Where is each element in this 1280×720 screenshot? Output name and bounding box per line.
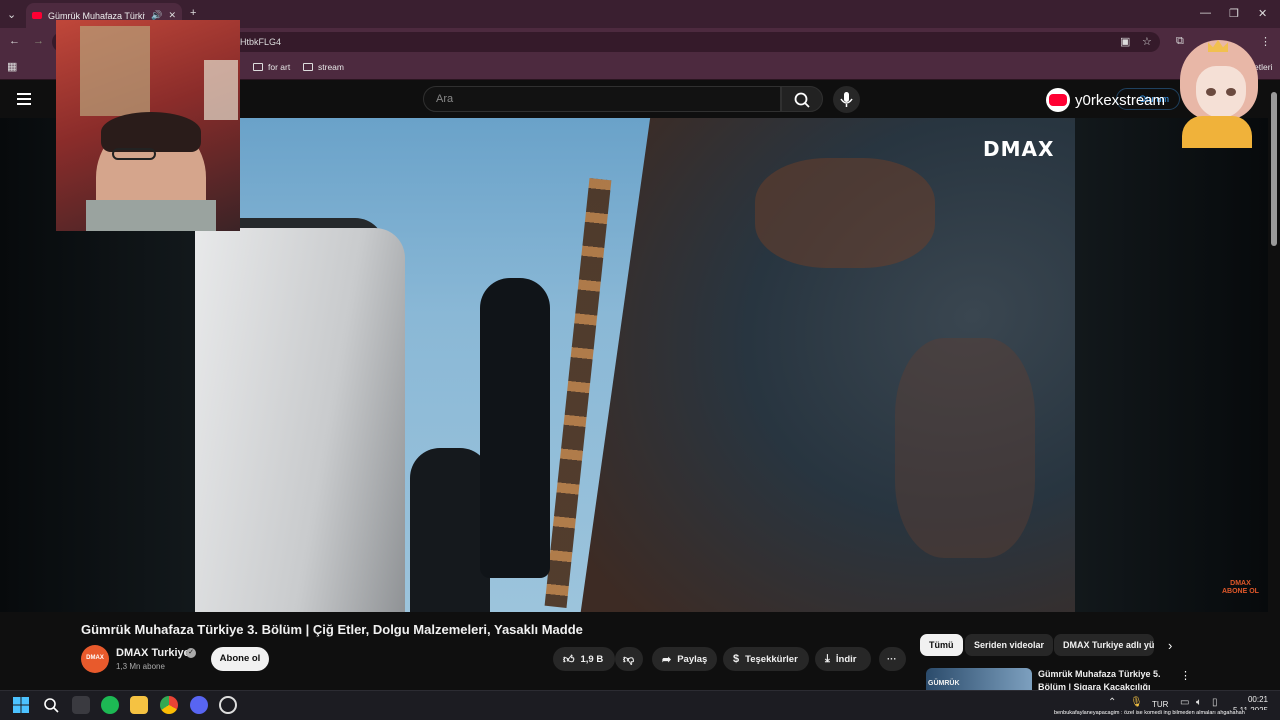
minimize-icon[interactable]: —	[1200, 7, 1211, 19]
obs-icon[interactable]	[219, 696, 237, 714]
video-frame[interactable]	[195, 118, 1075, 612]
new-tab-icon[interactable]: +	[190, 7, 196, 19]
thumbs-up-icon: 👍︎	[563, 653, 575, 666]
super-thanks-icon: $	[733, 653, 740, 665]
bookmark-folder-for-art[interactable]: for art	[253, 62, 290, 72]
avatar-body	[1182, 116, 1252, 148]
microphone-tray-icon[interactable]: 🎙︎	[1130, 697, 1143, 708]
file-explorer-icon[interactable]	[130, 696, 148, 714]
share-label: Paylaş	[677, 653, 708, 665]
restore-icon[interactable]: ❐	[1229, 7, 1239, 20]
download-button[interactable]: ⤓ İndir	[815, 647, 871, 671]
youtube-favicon-icon	[32, 12, 42, 19]
clock-time: 00:21	[1247, 695, 1268, 704]
thanks-label: Teşekkürler	[745, 653, 798, 665]
chrome-icon[interactable]	[160, 696, 178, 714]
channel-avatar[interactable]: DMAX	[81, 645, 109, 673]
search-icon[interactable]	[42, 696, 60, 714]
close-window-icon[interactable]: ✕	[1258, 7, 1267, 20]
folder-icon	[253, 63, 263, 71]
chat-ticker: benbukafaylaneyapacagim : özel ise komed…	[1054, 710, 1268, 720]
menu-icon[interactable]	[17, 93, 31, 105]
tray-overflow-icon[interactable]: ⌃	[1108, 697, 1116, 708]
streamer-shirt	[86, 200, 216, 231]
language-indicator[interactable]: TUR	[1152, 700, 1168, 709]
tab-search-icon[interactable]: ⌄	[7, 8, 16, 21]
voice-search-button[interactable]	[833, 86, 860, 113]
watermark-line: DMAX	[1230, 580, 1251, 587]
dislike-button[interactable]: 👎︎	[615, 647, 643, 671]
rust-patch	[755, 158, 935, 268]
rust-patch	[895, 338, 1035, 558]
stream-channel-overlay: y0rkexstream	[1046, 88, 1165, 112]
more-horizontal-icon: ···	[887, 653, 897, 665]
chevron-right-icon[interactable]: ›	[1168, 638, 1172, 653]
battery-icon[interactable]: ▯	[1212, 697, 1218, 708]
thumbs-down-icon: 👎︎	[623, 653, 635, 666]
recommendation-thumbnail[interactable]: GÜMRÜK	[926, 668, 1032, 690]
spotify-icon[interactable]	[101, 696, 119, 714]
patrol-boat	[195, 228, 405, 612]
task-view-icon[interactable]	[72, 696, 90, 714]
video-title: Gümrük Muhafaza Türkiye 3. Bölüm | Çiğ E…	[81, 622, 583, 637]
stream-channel-name: y0rkexstream	[1075, 91, 1166, 109]
like-button[interactable]: 👍︎ 1,9 B	[553, 647, 615, 671]
wall-poster	[204, 60, 238, 120]
avatar-eye	[1226, 88, 1236, 96]
discord-icon[interactable]	[190, 696, 208, 714]
officer-figure	[410, 448, 490, 612]
climbing-officer-figure	[480, 278, 550, 578]
windows-start-icon[interactable]	[12, 696, 30, 714]
bookmark-folder-stream[interactable]: stream	[303, 62, 344, 72]
avatar-eye	[1206, 88, 1216, 96]
cast-icon[interactable]: ▣	[1120, 35, 1130, 48]
bookmark-star-icon[interactable]: ☆	[1142, 35, 1152, 48]
search-input[interactable]: Ara	[423, 86, 781, 112]
subscribe-button[interactable]: Abone ol	[211, 647, 269, 671]
avatar-face	[1196, 66, 1246, 118]
folder-icon	[303, 63, 313, 71]
bookmark-label: stream	[318, 62, 344, 72]
recommendation-title[interactable]: Gümrük Muhafaza Türkiye 5. Bölüm | Sigar…	[1038, 668, 1168, 690]
url-text: HtbkFLG4	[240, 37, 282, 47]
streamer-hair	[101, 112, 201, 152]
volume-icon[interactable]: 🔈︎	[1196, 697, 1202, 708]
download-icon: ⤓	[825, 652, 830, 665]
streamer-webcam	[56, 20, 240, 231]
chip-series[interactable]: Seriden videolar	[965, 634, 1054, 656]
more-actions-button[interactable]: ···	[879, 647, 906, 671]
download-label: İndir	[835, 653, 857, 665]
back-icon[interactable]: ←	[9, 35, 20, 47]
apps-grid-icon[interactable]: ▦	[7, 60, 17, 73]
channel-name[interactable]: DMAX Turkiye	[116, 647, 190, 659]
wall-poster	[80, 26, 150, 116]
network-icon[interactable]: ▭	[1180, 697, 1189, 708]
share-icon: ➦	[662, 653, 672, 666]
glasses	[112, 148, 156, 160]
chip-all[interactable]: Tümü	[920, 634, 963, 656]
watermark-line: ABONE OL	[1222, 588, 1259, 595]
vtuber-avatar	[1172, 40, 1262, 148]
chip-channel[interactable]: DMAX Turkiye adlı yü	[1054, 634, 1154, 656]
verified-check-icon: ✓	[186, 648, 196, 658]
scrollbar-thumb[interactable]	[1271, 92, 1277, 246]
share-button[interactable]: ➦ Paylaş	[652, 647, 717, 671]
more-vertical-icon[interactable]: ⋮	[1180, 669, 1191, 682]
tab-title: Gümrük Muhafaza Türkiye	[48, 10, 146, 21]
bookmark-label: for art	[268, 62, 291, 72]
like-count: 1,9 B	[580, 653, 604, 665]
subscriber-count: 1,3 Mn abone	[116, 662, 165, 671]
dmax-watermark: DMAX	[983, 137, 1055, 161]
thanks-button[interactable]: $ Teşekkürler	[723, 647, 809, 671]
youtube-logo-icon	[1046, 88, 1070, 112]
search-button[interactable]	[781, 86, 823, 112]
forward-icon[interactable]: →	[33, 35, 44, 47]
mic-icon	[840, 92, 853, 107]
channel-subscribe-watermark[interactable]: DMAX ABONE OL	[1222, 580, 1259, 596]
search-icon	[794, 92, 810, 108]
